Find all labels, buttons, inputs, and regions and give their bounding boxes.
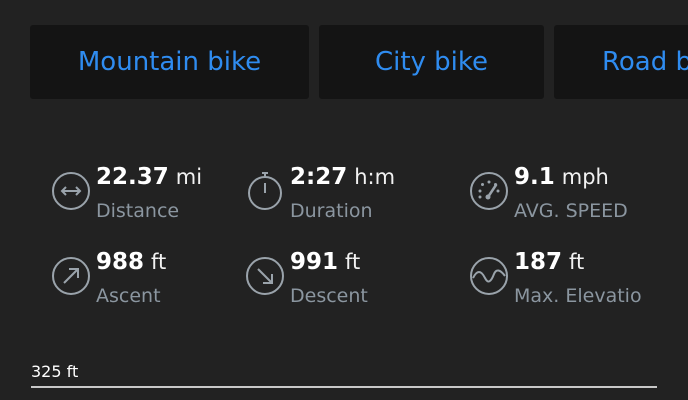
stopwatch-icon (245, 171, 285, 211)
duration-value-row: 2:27 h:m (290, 164, 395, 190)
avg-speed-unit: mph (561, 165, 609, 189)
duration-value: 2:27 (290, 164, 348, 190)
speedometer-icon (469, 171, 509, 211)
duration-label: Duration (290, 200, 373, 222)
ascent-unit: ft (151, 250, 167, 274)
descent-value: 991 (290, 249, 339, 275)
max-elevation-value: 187 (514, 249, 563, 275)
tab-mountain-bike[interactable]: Mountain bike (30, 25, 309, 99)
ascent-arrow-icon (51, 256, 91, 296)
elevation-chart-axis-label: 325 ft (31, 362, 79, 381)
elevation-chart-baseline (31, 386, 657, 388)
route-summary-screen: Mountain bike City bike Road bike 22.37m… (0, 0, 688, 400)
tab-city-bike[interactable]: City bike (319, 25, 544, 99)
avg-speed-value-row: 9.1 mph (514, 164, 609, 190)
descent-label: Descent (290, 285, 368, 307)
avg-speed-label: AVG. SPEED (514, 200, 628, 222)
distance-value-row: 22.37 mi (96, 164, 202, 190)
elevation-profile-icon (469, 256, 509, 296)
descent-value-row: 991 ft (290, 249, 360, 275)
ascent-label: Ascent (96, 285, 161, 307)
max-elevation-label: Max. Elevation (514, 285, 642, 307)
distance-arrows-icon (51, 171, 91, 211)
max-elevation-unit: ft (569, 250, 585, 274)
duration-unit: h:m (354, 165, 396, 189)
ascent-value: 988 (96, 249, 145, 275)
avg-speed-value: 9.1 (514, 164, 555, 190)
distance-value: 22.37 (96, 164, 169, 190)
distance-unit: mi (175, 165, 203, 189)
descent-unit: ft (345, 250, 361, 274)
tab-road-bike[interactable]: Road bike (554, 25, 688, 99)
descent-arrow-icon (245, 256, 285, 296)
ascent-value-row: 988 ft (96, 249, 166, 275)
max-elevation-value-row: 187 ft (514, 249, 584, 275)
distance-label: Distance (96, 200, 180, 222)
